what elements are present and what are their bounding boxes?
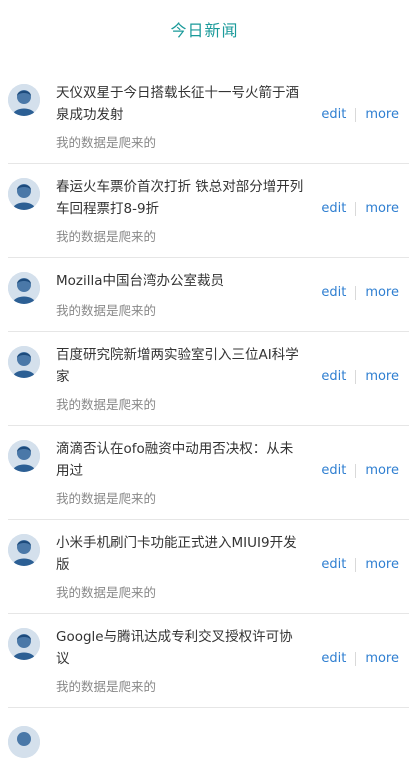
page-title: 今日新闻: [170, 21, 239, 40]
item-actions: edit more: [321, 463, 399, 478]
more-button[interactable]: more: [365, 651, 399, 666]
list-item: 天仪双星于今日搭载长征十一号火箭于酒泉成功发射 我的数据是爬来的 edit mo…: [8, 70, 409, 164]
user-avatar-icon: [8, 534, 40, 566]
divider: [355, 557, 357, 572]
more-button[interactable]: more: [365, 463, 399, 478]
item-actions: edit more: [321, 107, 399, 122]
divider: [355, 463, 357, 478]
news-title[interactable]: 小米手机刷门卡功能正式进入MIUI9开发版: [56, 532, 306, 576]
news-source: 我的数据是爬来的: [56, 679, 157, 694]
item-actions: edit more: [321, 201, 399, 216]
avatar: [8, 346, 40, 378]
avatar: [8, 628, 40, 660]
divider: [355, 369, 357, 384]
user-avatar-icon: [8, 84, 40, 116]
news-source: 我的数据是爬来的: [56, 585, 157, 600]
item-actions: edit more: [321, 369, 399, 384]
news-source: 我的数据是爬来的: [56, 303, 157, 318]
avatar: [8, 440, 40, 472]
news-title[interactable]: Mozilla中国台湾办公室裁员: [56, 270, 306, 292]
edit-button[interactable]: edit: [321, 557, 346, 572]
divider: [355, 107, 357, 122]
news-title[interactable]: 春运火车票价首次打折 铁总对部分增开列车回程票打8-9折: [56, 176, 306, 220]
news-source: 我的数据是爬来的: [56, 135, 157, 150]
list-item: 小米手机刷门卡功能正式进入MIUI9开发版 我的数据是爬来的 edit more: [8, 520, 409, 614]
user-avatar-icon: [8, 178, 40, 210]
news-source: 我的数据是爬来的: [56, 229, 157, 244]
more-button[interactable]: more: [365, 369, 399, 384]
more-button[interactable]: more: [365, 557, 399, 572]
edit-button[interactable]: edit: [321, 107, 346, 122]
edit-button[interactable]: edit: [321, 201, 346, 216]
list-item: 百度研究院新增两实验室引入三位AI科学家 我的数据是爬来的 edit more: [8, 332, 409, 426]
divider: [355, 651, 357, 666]
news-title[interactable]: 天仪双星于今日搭载长征十一号火箭于酒泉成功发射: [56, 82, 306, 126]
item-actions: edit more: [321, 285, 399, 300]
more-button[interactable]: more: [365, 107, 399, 122]
news-title[interactable]: 滴滴否认在ofo融资中动用否决权：从未用过: [56, 438, 306, 482]
divider: [355, 201, 357, 216]
list-item: 滴滴否认在ofo融资中动用否决权：从未用过 我的数据是爬来的 edit more: [8, 426, 409, 520]
more-button[interactable]: more: [365, 201, 399, 216]
edit-button[interactable]: edit: [321, 651, 346, 666]
divider: [355, 285, 357, 300]
more-button[interactable]: more: [365, 285, 399, 300]
news-source: 我的数据是爬来的: [56, 491, 157, 506]
list-item: Mozilla中国台湾办公室裁员 我的数据是爬来的 edit more: [8, 258, 409, 332]
user-avatar-icon: [8, 440, 40, 472]
news-title[interactable]: Google与腾讯达成专利交叉授权许可协议: [56, 626, 306, 670]
item-actions: edit more: [321, 651, 399, 666]
news-title[interactable]: 百度研究院新增两实验室引入三位AI科学家: [56, 344, 306, 388]
user-avatar-icon: [8, 346, 40, 378]
list-item: Google与腾讯达成专利交叉授权许可协议 我的数据是爬来的 edit more: [8, 614, 409, 708]
user-avatar-icon: [8, 628, 40, 660]
list-item: 春运火车票价首次打折 铁总对部分增开列车回程票打8-9折 我的数据是爬来的 ed…: [8, 164, 409, 258]
user-avatar-icon: [8, 272, 40, 304]
avatar: [8, 84, 40, 116]
app-header: 今日新闻: [0, 0, 409, 60]
avatar: [8, 178, 40, 210]
news-list: 天仪双星于今日搭载长征十一号火箭于酒泉成功发射 我的数据是爬来的 edit mo…: [0, 70, 409, 708]
avatar: [8, 534, 40, 566]
edit-button[interactable]: edit: [321, 369, 346, 384]
avatar: [8, 272, 40, 304]
edit-button[interactable]: edit: [321, 463, 346, 478]
item-actions: edit more: [321, 557, 399, 572]
news-source: 我的数据是爬来的: [56, 397, 157, 412]
edit-button[interactable]: edit: [321, 285, 346, 300]
